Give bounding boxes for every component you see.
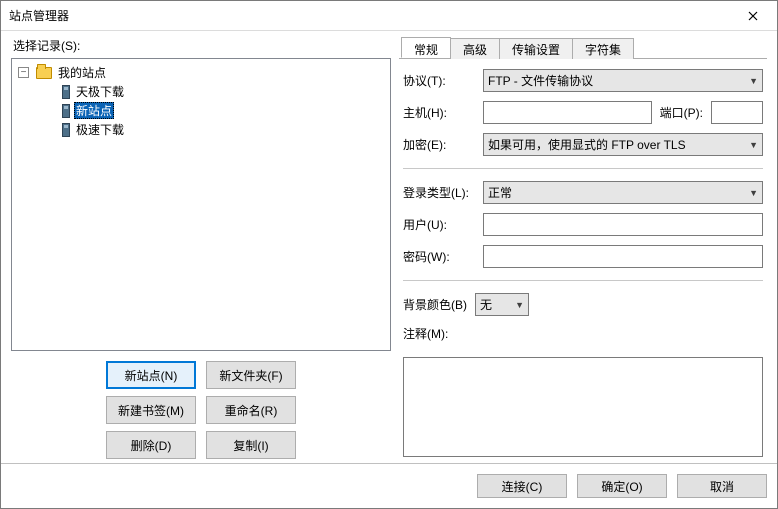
tab-advanced[interactable]: 高级 [450,38,500,59]
new-folder-button[interactable]: 新文件夹(F) [206,361,296,389]
encryption-value: 如果可用，使用显式的 FTP over TLS [488,136,686,153]
bgcolor-value: 无 [480,296,492,313]
password-label: 密码(W): [403,248,475,265]
server-icon [62,123,70,137]
comment-label: 注释(M): [403,325,475,342]
select-record-label: 选择记录(S): [11,37,391,54]
site-tree[interactable]: − 我的站点 天极下载 新站点 [11,58,391,351]
ok-button[interactable]: 确定(O) [577,474,667,498]
comment-textarea[interactable] [403,357,763,457]
logon-type-label: 登录类型(L): [403,184,475,201]
tree-site-item[interactable]: 极速下载 [18,120,384,139]
tab-general[interactable]: 常规 [401,37,451,58]
close-button[interactable] [730,2,775,30]
new-bookmark-button[interactable]: 新建书签(M) [106,396,196,424]
chevron-down-icon: ▼ [749,140,758,150]
password-input[interactable] [483,245,763,268]
site-label: 新站点 [74,102,114,119]
delete-button[interactable]: 删除(D) [106,431,196,459]
bgcolor-label: 背景颜色(B) [403,296,467,313]
divider [403,280,763,281]
chevron-down-icon: ▼ [749,76,758,86]
chevron-down-icon: ▼ [749,188,758,198]
user-label: 用户(U): [403,216,475,233]
titlebar: 站点管理器 [1,1,777,31]
tree-site-item[interactable]: 天极下载 [18,82,384,101]
folder-icon [36,67,52,79]
tab-charset[interactable]: 字符集 [572,38,634,59]
close-icon [748,11,758,21]
host-label: 主机(H): [403,104,475,121]
site-details-pane: 常规 高级 传输设置 字符集 协议(T): FTP - 文件传输协议 ▼ 主机(… [399,37,767,459]
port-input[interactable] [711,101,763,124]
site-buttons: 新站点(N) 新文件夹(F) 新建书签(M) 重命名(R) 删除(D) 复制(I… [106,361,296,459]
logon-type-value: 正常 [488,184,512,201]
protocol-label: 协议(T): [403,72,475,89]
tab-transfer[interactable]: 传输设置 [499,38,573,59]
site-list-pane: 选择记录(S): − 我的站点 天极下载 [11,37,391,459]
general-form: 协议(T): FTP - 文件传输协议 ▼ 主机(H): 端口(P): 加密(E… [399,59,767,459]
collapse-icon[interactable]: − [18,67,29,78]
protocol-value: FTP - 文件传输协议 [488,72,593,89]
connect-button[interactable]: 连接(C) [477,474,567,498]
rename-button[interactable]: 重命名(R) [206,396,296,424]
encryption-label: 加密(E): [403,136,475,153]
tab-bar: 常规 高级 传输设置 字符集 [399,37,767,59]
divider [403,168,763,169]
site-manager-window: 站点管理器 选择记录(S): − 我的站点 天极下载 [0,0,778,509]
chevron-down-icon: ▼ [515,300,524,310]
new-site-button[interactable]: 新站点(N) [106,361,196,389]
copy-button[interactable]: 复制(I) [206,431,296,459]
tree-site-item[interactable]: 新站点 [18,101,384,120]
cancel-button[interactable]: 取消 [677,474,767,498]
site-label: 天极下载 [74,83,126,100]
host-input[interactable] [483,101,652,124]
dialog-footer: 连接(C) 确定(O) 取消 [1,463,777,508]
encryption-select[interactable]: 如果可用，使用显式的 FTP over TLS ▼ [483,133,763,156]
root-node-label: 我的站点 [56,64,108,81]
protocol-select[interactable]: FTP - 文件传输协议 ▼ [483,69,763,92]
window-title: 站点管理器 [9,7,730,24]
port-label: 端口(P): [660,104,703,121]
server-icon [62,104,70,118]
user-input[interactable] [483,213,763,236]
logon-type-select[interactable]: 正常 ▼ [483,181,763,204]
tree-root-row[interactable]: − 我的站点 [18,63,384,82]
site-label: 极速下载 [74,121,126,138]
bgcolor-select[interactable]: 无 ▼ [475,293,529,316]
server-icon [62,85,70,99]
